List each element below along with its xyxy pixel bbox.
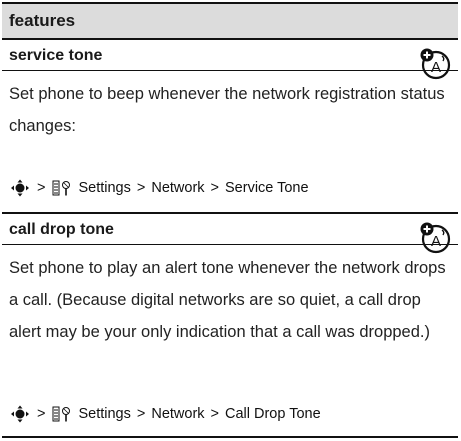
feature-description: Set phone to beep whenever the network r… [9, 85, 445, 135]
path-arrow: > [37, 180, 46, 196]
path-arrow: > [136, 406, 146, 422]
network-dependent-feature-icon: A [420, 48, 451, 80]
path-arrow: > [210, 406, 219, 422]
nav-key-icon [11, 179, 29, 197]
path-arrow: > [37, 406, 46, 422]
path-arrow: > [210, 180, 219, 196]
table-header: features [2, 2, 458, 40]
feature-description: Set phone to play an alert tone whenever… [9, 259, 446, 341]
nav-key-icon [11, 405, 29, 423]
feature-service-tone: service tone A Set phone to beep wheneve… [2, 40, 458, 212]
feature-title: service tone [2, 40, 458, 71]
feature-title: call drop tone [2, 214, 458, 245]
feature-call-drop-tone: call drop tone A Set phone to play an al… [2, 214, 458, 438]
settings-icon [52, 406, 71, 422]
path-settings: Settings [78, 406, 131, 422]
menu-path: > Settings > Network > Service Tone [9, 175, 309, 201]
menu-path: > Settings > Network > Call Drop Tone [9, 401, 321, 427]
path-network: Network [151, 180, 205, 196]
path-arrow: > [136, 180, 146, 196]
table-bottom-border [2, 436, 458, 438]
path-network: Network [151, 406, 205, 422]
settings-icon [52, 180, 71, 196]
svg-text:A: A [431, 233, 441, 250]
feature-table: features service tone A Set phone to bee… [2, 2, 458, 438]
path-item: Service Tone [225, 180, 309, 196]
path-settings: Settings [78, 180, 131, 196]
path-item: Call Drop Tone [225, 406, 321, 422]
svg-text:A: A [431, 59, 441, 76]
network-dependent-feature-icon: A [420, 222, 451, 254]
